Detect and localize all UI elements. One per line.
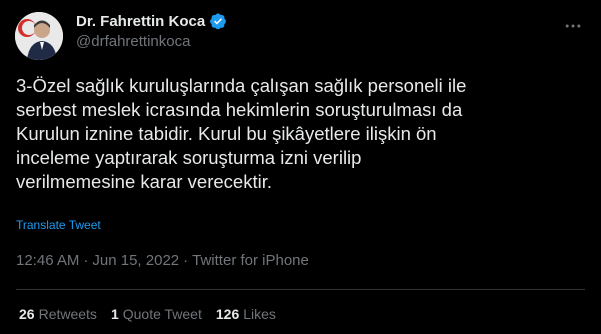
tweet-stats: 26 Retweets 1 Quote Tweet 126 Likes xyxy=(19,306,276,322)
verified-badge-icon xyxy=(209,12,227,30)
likes-label: Likes xyxy=(243,306,276,322)
tweet-card: Dr. Fahrettin Koca @drfahrettinkoca 3-Öz… xyxy=(0,0,601,334)
separator-dot: · xyxy=(83,252,89,269)
avatar[interactable] xyxy=(15,12,63,60)
quotes-count: 1 xyxy=(110,306,119,322)
tweet-time[interactable]: 12:46 AM xyxy=(16,252,79,269)
retweets-count: 26 xyxy=(19,306,35,322)
author-name-row: Dr. Fahrettin Koca xyxy=(76,12,227,30)
likes-count: 126 xyxy=(215,306,240,322)
tweet-text: 3-Özel sağlık kuruluşlarında çalışan sağ… xyxy=(16,75,467,192)
retweets-stat[interactable]: 26 Retweets xyxy=(19,306,97,322)
translate-tweet-link[interactable]: Translate Tweet xyxy=(16,218,101,232)
quotes-label: Quote Tweet xyxy=(122,306,202,322)
likes-stat[interactable]: 126 Likes xyxy=(216,306,276,322)
divider xyxy=(16,289,585,290)
retweets-label: Retweets xyxy=(38,306,97,322)
quotes-stat[interactable]: 1 Quote Tweet xyxy=(111,306,202,322)
avatar-image xyxy=(15,12,63,60)
separator-dot: · xyxy=(183,252,189,269)
tweet-metadata: 12:46 AM · Jun 15, 2022 · Twitter for iP… xyxy=(16,252,309,269)
author-display-name[interactable]: Dr. Fahrettin Koca xyxy=(76,13,205,30)
more-options-icon[interactable] xyxy=(561,14,585,38)
tweet-source: Twitter for iPhone xyxy=(192,252,309,269)
author-handle[interactable]: @drfahrettinkoca xyxy=(76,33,190,50)
tweet-date[interactable]: Jun 15, 2022 xyxy=(92,252,179,269)
